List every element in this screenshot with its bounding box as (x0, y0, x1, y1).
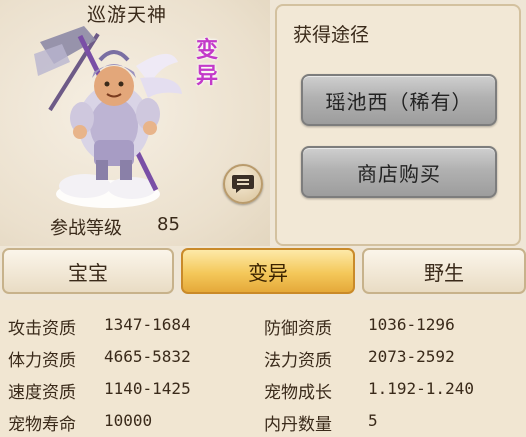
mutant-badge-text: 变 异 (195, 38, 218, 89)
stats-panel: 攻击资质 1347-1684 体力资质 4665-5832 速度资质 1140-… (0, 300, 526, 437)
battle-level-label: 参战等级 (50, 218, 122, 239)
pet-type-tabs: 宝宝 变异 野生 (0, 246, 526, 296)
stat-value-growth: 1.192-1.240 (368, 379, 474, 398)
stat-value-mana: 2073-2592 (368, 347, 455, 366)
mutant-badge: 变 异 (190, 38, 224, 90)
stat-value-stamina: 4665-5832 (104, 347, 191, 366)
tab-baby[interactable]: 宝宝 (2, 248, 174, 294)
acquire-button-yaochi[interactable]: 瑶池西（稀有） (301, 74, 497, 126)
tab-wild[interactable]: 野生 (362, 248, 526, 294)
stat-label-speed: 速度资质 (8, 383, 76, 403)
acquire-method-title: 获得途径 (293, 24, 370, 46)
stat-label-defense: 防御资质 (264, 319, 332, 339)
stat-label-mana: 法力资质 (264, 351, 332, 371)
chat-button[interactable] (223, 164, 263, 204)
stat-label-inner-core: 内丹数量 (264, 415, 332, 435)
chat-bubble-icon (232, 175, 254, 193)
stat-label-lifespan: 宠物寿命 (8, 415, 76, 435)
battle-level-value: 85 (157, 214, 180, 235)
stat-value-speed: 1140-1425 (104, 379, 191, 398)
stat-value-attack: 1347-1684 (104, 315, 191, 334)
stat-label-stamina: 体力资质 (8, 351, 76, 371)
acquire-method-panel: 获得途径 瑶池西（稀有） 商店购买 (275, 4, 521, 246)
stat-label-attack: 攻击资质 (8, 319, 76, 339)
stat-value-lifespan: 10000 (104, 411, 153, 430)
pet-portrait-panel: 巡游天神 变 异 参战等级 85 (0, 0, 270, 246)
stat-value-defense: 1036-1296 (368, 315, 455, 334)
stat-label-growth: 宠物成长 (264, 383, 332, 403)
acquire-button-shop[interactable]: 商店购买 (301, 146, 497, 198)
pet-figure-image (34, 26, 182, 208)
tab-mutant[interactable]: 变异 (181, 248, 355, 294)
stat-value-inner-core: 5 (368, 411, 378, 430)
